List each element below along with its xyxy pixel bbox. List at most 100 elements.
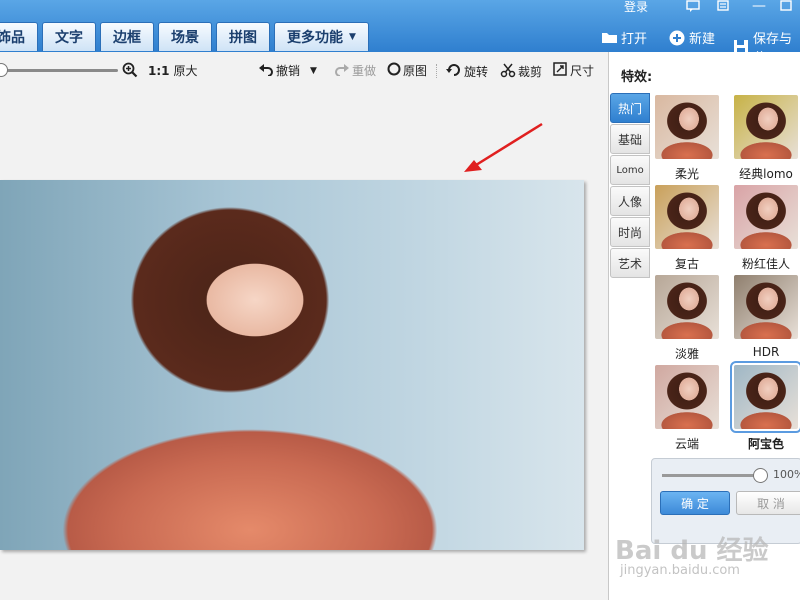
tab-scene[interactable]: 场景 [158,22,212,51]
strength-slider-track[interactable] [662,474,760,477]
effect-name: 柔光 [674,167,699,181]
menu-icon[interactable] [716,0,730,15]
redo-button[interactable]: 重做 [334,62,376,79]
category-label: 时尚 [617,225,642,240]
effect-name: 粉红佳人 [741,257,790,271]
category-label: 人像 [617,194,642,209]
effect-abao-color[interactable]: 阿宝色 [730,361,800,452]
new-label: 新建 [689,32,716,47]
plus-circle-icon [669,30,685,46]
maximize-icon[interactable] [780,0,792,15]
undo-dropdown-icon[interactable]: ▼ [310,66,317,76]
rotate-button[interactable]: 旋转 [446,62,488,81]
confirm-label: 确 定 [681,496,709,511]
effect-thumbnail [655,365,719,429]
effect-thumbnail [655,185,719,249]
edited-photo[interactable] [0,180,584,550]
effect-thumbnail [734,95,798,159]
effect-elegant[interactable]: 淡雅 [655,275,719,362]
effect-thumbnail [734,275,798,339]
effect-name: 云端 [674,437,699,451]
cancel-label: 取 消 [757,496,785,511]
crop-label: 裁剪 [518,65,543,79]
minimize-icon[interactable]: — [752,0,766,14]
effect-name: 经典lomo [739,167,793,181]
cancel-button[interactable]: 取 消 [736,491,800,515]
open-label: 打开 [621,32,648,47]
redo-icon [334,62,350,79]
original-label: 原图 [403,64,428,78]
category-label: Lomo [616,164,644,176]
message-icon[interactable] [686,0,700,15]
effect-cloud[interactable]: 云端 [655,365,719,452]
confirm-button[interactable]: 确 定 [660,491,730,515]
original-size-label: 原大 [173,64,198,78]
redo-label: 重做 [352,64,377,78]
tab-label: 文字 [55,30,83,46]
original-image-button[interactable]: 原图 [387,62,427,79]
folder-icon [601,30,617,46]
tab-label: 饰品 [0,30,25,46]
effect-vintage[interactable]: 复古 [655,185,719,272]
category-tab-art[interactable]: 艺术 [610,248,650,278]
undo-label: 撤销 [276,64,301,78]
effect-thumbnail [730,361,800,433]
strength-value: 100% [773,468,800,481]
tab-label: 拼图 [229,30,257,46]
effect-name: 淡雅 [674,347,699,361]
effect-thumbnail [655,95,719,159]
effect-thumbnail [734,185,798,249]
effect-soft-light[interactable]: 柔光 [655,95,719,182]
circle-icon [387,62,401,79]
category-tab-fashion[interactable]: 时尚 [610,217,650,247]
undo-icon [258,62,274,79]
effect-thumbnail [655,275,719,339]
undo-button[interactable]: 撤销 ▼ [258,62,317,79]
effects-title: 特效: [621,70,653,85]
effect-name: HDR [752,345,780,359]
crop-button[interactable]: 裁剪 [500,62,542,81]
category-label: 热门 [617,101,642,116]
rotate-icon [446,62,462,81]
category-tab-hot[interactable]: 热门 [610,93,650,123]
category-tab-lomo[interactable]: Lomo [610,155,650,185]
effect-name: 阿宝色 [747,437,784,451]
toolbar-divider [436,64,438,78]
login-label: 登录 [624,0,649,14]
red-arrow-annotation [464,122,543,172]
tab-collage[interactable]: 拼图 [216,22,270,51]
size-label: 尺寸 [570,64,595,78]
main-tabs: 饰品 文字 边框 场景 拼图 更多功能 ▼ [0,22,369,52]
watermark-url: jingyan.baidu.com [620,563,740,578]
category-tab-basic[interactable]: 基础 [610,124,650,154]
resize-icon [553,62,567,79]
open-button[interactable]: 打开 [601,28,647,47]
tab-more-features[interactable]: 更多功能 ▼ [274,22,369,51]
actual-size-button[interactable]: 1:1 原大 [148,62,198,79]
tab-label: 场景 [171,30,199,46]
scissors-icon [500,62,516,81]
category-label: 艺术 [617,256,642,271]
resize-button[interactable]: 尺寸 [553,62,594,79]
category-label: 基础 [617,132,642,147]
tab-border[interactable]: 边框 [100,22,154,51]
chevron-down-icon: ▼ [349,32,356,42]
ratio-label: 1:1 [148,63,170,78]
zoom-slider-track[interactable] [0,69,118,72]
strength-slider-handle[interactable] [753,468,768,483]
tab-accessories[interactable]: 饰品 [0,22,38,51]
baidu-watermark: Bai du 经验 [615,536,769,566]
new-button[interactable]: 新建 [669,28,715,47]
effect-classic-lomo[interactable]: 经典lomo [734,95,798,182]
effect-name: 复古 [674,257,699,271]
zoom-in-button[interactable] [122,62,138,81]
tab-label: 边框 [113,30,141,46]
category-tab-portrait[interactable]: 人像 [610,186,650,216]
login-link[interactable]: 登录 [624,0,648,15]
tab-label: 更多功能 [287,30,343,46]
rotate-label: 旋转 [464,65,489,79]
effect-hdr[interactable]: HDR [734,275,798,359]
tab-text[interactable]: 文字 [42,22,96,51]
zoom-in-icon [122,62,138,81]
effect-pink-lady[interactable]: 粉红佳人 [734,185,798,272]
